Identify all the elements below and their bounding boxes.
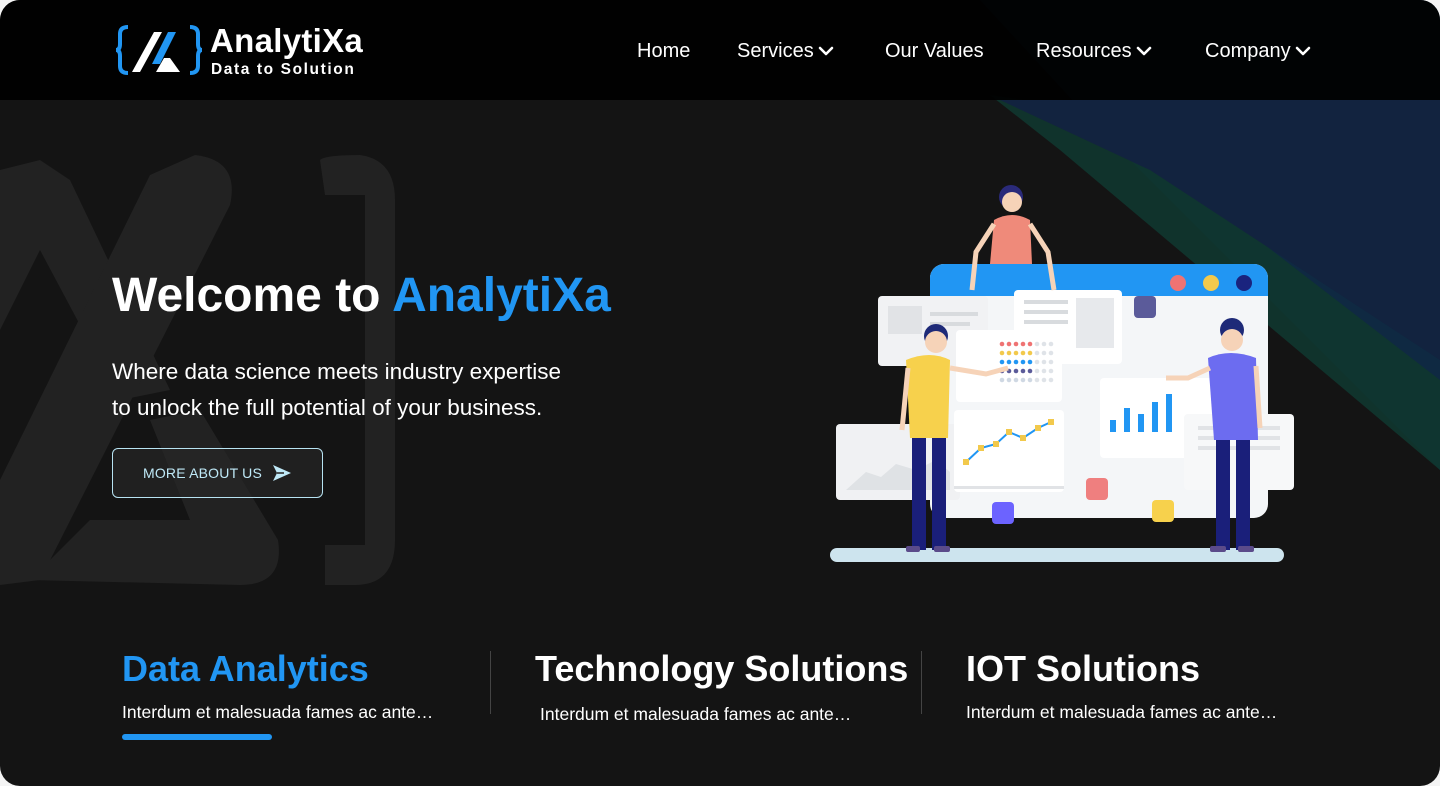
- service-tab-title: Technology Solutions: [535, 648, 909, 689]
- main-nav: Home Services Our Values Resources Compa…: [0, 36, 1440, 66]
- service-tab-description: Interdum et malesuada fames ac ante…: [966, 702, 1278, 722]
- nav-item-company[interactable]: Company: [1205, 36, 1311, 66]
- hero-subtitle-line: to unlock the full potential of your bus…: [112, 395, 543, 420]
- chevron-down-icon: [1295, 46, 1310, 56]
- nav-item-our-values[interactable]: Our Values: [885, 36, 984, 66]
- service-tab-description: Interdum et malesuada fames ac ante…: [540, 704, 852, 724]
- service-tab-title: Data Analytics: [122, 648, 369, 689]
- nav-item-label: Home: [637, 39, 691, 62]
- nav-item-label: Company: [1205, 39, 1291, 62]
- hero-subtitle: Where data science meets industry expert…: [112, 354, 632, 426]
- nav-item-services[interactable]: Services: [737, 36, 834, 66]
- page-frame: AnalytiXa Data to Solution Home Services…: [0, 0, 1440, 786]
- tab-divider: [490, 651, 491, 714]
- nav-item-home[interactable]: Home: [637, 36, 690, 66]
- nav-item-label: Resources: [1036, 39, 1132, 62]
- hero-title-accent: AnalytiXa: [392, 269, 611, 322]
- hero-title-prefix: Welcome to: [112, 269, 393, 322]
- service-tab-technology-solutions[interactable]: Technology Solutions Interdum et malesua…: [535, 648, 908, 748]
- active-tab-indicator: [122, 734, 272, 740]
- service-tab-description: Interdum et malesuada fames ac ante…: [122, 702, 434, 722]
- site-header: AnalytiXa Data to Solution Home Services…: [0, 0, 1440, 100]
- nav-item-label: Our Values: [885, 39, 984, 62]
- cta-label: MORE ABOUT US: [142, 465, 263, 481]
- hero-title: Welcome to AnalytiXa: [112, 268, 611, 323]
- nav-item-resources[interactable]: Resources: [1036, 36, 1152, 66]
- service-tab-title: IOT Solutions: [966, 648, 1200, 689]
- hero-subtitle-line: Where data science meets industry expert…: [112, 359, 561, 384]
- chevron-down-icon: [818, 46, 834, 56]
- send-arrow-icon: [273, 465, 292, 481]
- service-tab-data-analytics[interactable]: Data Analytics Interdum et malesuada fam…: [122, 648, 433, 748]
- team-analytics-illustration: [830, 185, 1294, 562]
- chevron-down-icon: [1136, 46, 1151, 56]
- tab-divider: [921, 651, 922, 714]
- service-tab-iot-solutions[interactable]: IOT Solutions Interdum et malesuada fame…: [966, 648, 1277, 748]
- more-about-us-button[interactable]: MORE ABOUT US: [112, 448, 323, 498]
- nav-item-label: Services: [737, 39, 814, 62]
